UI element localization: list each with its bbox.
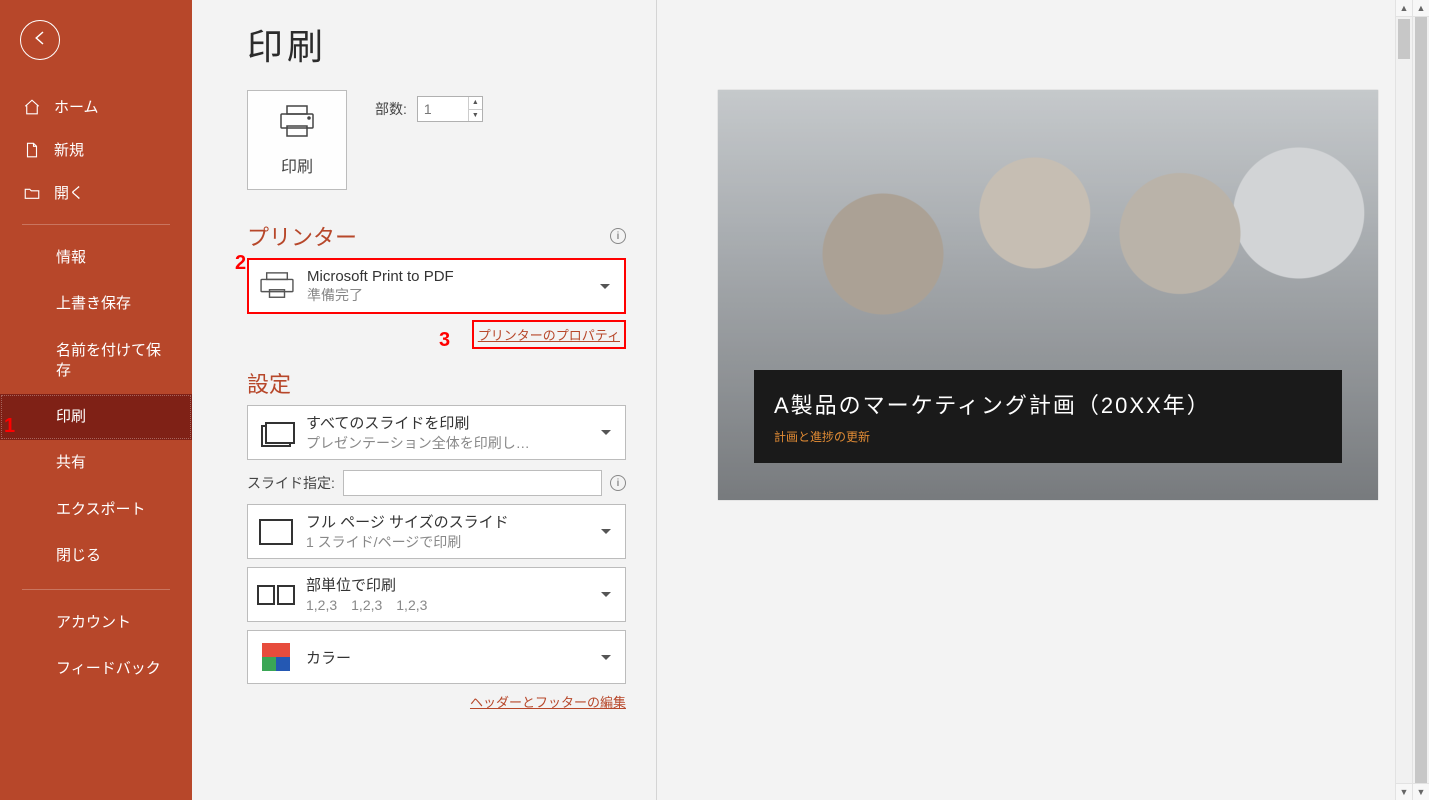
copies-label: 部数: bbox=[375, 99, 407, 119]
window-vertical-scrollbar[interactable]: ▲ ▼ bbox=[1412, 0, 1429, 800]
scroll-up-button[interactable]: ▲ bbox=[1396, 0, 1412, 17]
folder-open-icon bbox=[22, 183, 42, 203]
print-button[interactable]: 印刷 bbox=[247, 90, 347, 190]
page-title: 印刷 bbox=[247, 18, 626, 70]
dropdown-line2: 1,2,3 1,2,3 1,2,3 bbox=[306, 595, 587, 615]
color-icon bbox=[256, 637, 296, 677]
sidebar-item-export[interactable]: エクスポート bbox=[0, 487, 192, 533]
chevron-down-icon bbox=[600, 284, 610, 289]
sidebar-item-save-as[interactable]: 名前を付けて保存 bbox=[0, 328, 192, 395]
slide-title: A製品のマーケティング計画（20XX年） bbox=[774, 388, 1322, 420]
chevron-down-icon bbox=[601, 655, 611, 660]
back-arrow-icon bbox=[31, 29, 49, 51]
scroll-track[interactable] bbox=[1413, 17, 1429, 783]
backstage-sidebar: ホーム 新規 開く 情報 上書き保存 名前を付けて保存 印刷 共有 エクスポート… bbox=[0, 0, 192, 800]
callout-marker-3: 3 bbox=[439, 329, 450, 352]
sidebar-item-label: 情報 bbox=[56, 249, 86, 266]
sidebar-item-feedback[interactable]: フィードバック bbox=[0, 646, 192, 692]
settings-section-title: 設定 bbox=[247, 367, 626, 399]
sidebar-item-new[interactable]: 新規 bbox=[0, 128, 192, 171]
section-title-text: 設定 bbox=[247, 367, 291, 399]
info-icon[interactable]: i bbox=[610, 228, 626, 244]
sidebar-item-label: 新規 bbox=[54, 139, 84, 160]
printer-name: Microsoft Print to PDF bbox=[307, 268, 586, 285]
home-icon bbox=[22, 97, 42, 117]
sidebar-item-label: ホーム bbox=[54, 96, 99, 117]
sidebar-item-label: 上書き保存 bbox=[56, 295, 131, 312]
dropdown-line1: フル ページ サイズのスライド bbox=[306, 511, 587, 532]
print-preview-pane: A製品のマーケティング計画（20XX年） 計画と進捗の更新 bbox=[657, 0, 1429, 800]
sidebar-item-label: 共有 bbox=[56, 454, 86, 471]
copies-step-down[interactable]: ▼ bbox=[468, 110, 482, 122]
print-button-label: 印刷 bbox=[281, 153, 313, 177]
printer-dropdown[interactable]: Microsoft Print to PDF 準備完了 bbox=[247, 258, 626, 314]
dropdown-line1: すべてのスライドを印刷 bbox=[306, 412, 587, 433]
sidebar-item-info[interactable]: 情報 bbox=[0, 235, 192, 281]
header-footer-link-wrap: ヘッダーとフッターの編集 bbox=[247, 692, 626, 712]
copies-spinner[interactable]: ▲ ▼ bbox=[417, 96, 483, 122]
collate-dropdown[interactable]: 部単位で印刷 1,2,3 1,2,3 1,2,3 bbox=[247, 567, 626, 622]
dropdown-line1: 部単位で印刷 bbox=[306, 574, 587, 595]
sidebar-item-open[interactable]: 開く bbox=[0, 171, 192, 214]
slide-subtitle: 計画と進捗の更新 bbox=[774, 428, 1322, 445]
sidebar-divider bbox=[22, 589, 170, 590]
scroll-down-button[interactable]: ▼ bbox=[1396, 783, 1412, 800]
chevron-down-icon bbox=[601, 430, 611, 435]
sidebar-item-label: フィードバック bbox=[56, 660, 161, 677]
callout-marker-1: 1 bbox=[4, 415, 15, 438]
sidebar-item-close[interactable]: 閉じる bbox=[0, 533, 192, 579]
edit-header-footer-link[interactable]: ヘッダーとフッターの編集 bbox=[470, 695, 626, 710]
slide-range-label: スライド指定: bbox=[247, 473, 335, 493]
sidebar-item-label: 名前を付けて保存 bbox=[56, 342, 161, 379]
slide-range-field: スライド指定: i bbox=[247, 470, 626, 496]
printer-icon bbox=[277, 104, 317, 145]
sidebar-item-label: 閉じる bbox=[56, 547, 101, 564]
copies-input[interactable] bbox=[418, 97, 468, 121]
sidebar-item-print[interactable]: 印刷 bbox=[0, 394, 192, 440]
dropdown-line2: プレゼンテーション全体を印刷し… bbox=[306, 433, 587, 453]
sidebar-item-label: エクスポート bbox=[56, 501, 146, 518]
printer-properties-link[interactable]: プリンターのプロパティ bbox=[472, 320, 626, 349]
new-file-icon bbox=[22, 140, 42, 160]
full-page-icon bbox=[256, 512, 296, 552]
preview-vertical-scrollbar[interactable]: ▲ ▼ bbox=[1395, 0, 1412, 800]
sidebar-item-save[interactable]: 上書き保存 bbox=[0, 281, 192, 327]
dropdown-line2: 1 スライド/ページで印刷 bbox=[306, 532, 587, 552]
sidebar-item-account[interactable]: アカウント bbox=[0, 600, 192, 646]
layout-dropdown[interactable]: フル ページ サイズのスライド 1 スライド/ページで印刷 bbox=[247, 504, 626, 559]
all-slides-icon bbox=[256, 413, 296, 453]
back-button[interactable] bbox=[20, 20, 60, 60]
print-range-dropdown[interactable]: すべてのスライドを印刷 プレゼンテーション全体を印刷し… bbox=[247, 405, 626, 460]
slide-title-band: A製品のマーケティング計画（20XX年） 計画と進捗の更新 bbox=[754, 370, 1342, 463]
chevron-down-icon bbox=[601, 592, 611, 597]
scroll-down-button[interactable]: ▼ bbox=[1413, 783, 1429, 800]
chevron-down-icon bbox=[601, 529, 611, 534]
printer-status: 準備完了 bbox=[307, 285, 586, 305]
dropdown-line1: カラー bbox=[306, 647, 587, 668]
copies-field: 部数: ▲ ▼ bbox=[375, 96, 483, 122]
slide-preview: A製品のマーケティング計画（20XX年） 計画と進捗の更新 bbox=[718, 90, 1378, 500]
copies-step-up[interactable]: ▲ bbox=[468, 97, 482, 110]
sidebar-item-share[interactable]: 共有 bbox=[0, 440, 192, 486]
sidebar-divider bbox=[22, 224, 170, 225]
printer-icon bbox=[257, 266, 297, 306]
scroll-up-button[interactable]: ▲ bbox=[1413, 0, 1429, 17]
section-title-text: プリンター bbox=[247, 220, 357, 252]
callout-marker-2: 2 bbox=[235, 252, 246, 275]
sidebar-item-label: 開く bbox=[54, 182, 84, 203]
print-backstage: 印刷 印刷 部数: ▲ bbox=[192, 0, 1429, 800]
slide-range-input[interactable] bbox=[343, 470, 602, 496]
sidebar-item-home[interactable]: ホーム bbox=[0, 85, 192, 128]
printer-properties-link-wrap: プリンターのプロパティ bbox=[247, 320, 626, 349]
printer-section-title: プリンター i bbox=[247, 220, 626, 252]
collate-icon bbox=[256, 575, 296, 615]
sidebar-item-label: 印刷 bbox=[56, 408, 86, 425]
scroll-thumb[interactable] bbox=[1398, 19, 1410, 59]
info-icon[interactable]: i bbox=[610, 475, 626, 491]
print-settings-pane: 印刷 印刷 部数: ▲ bbox=[192, 0, 657, 800]
scroll-track[interactable] bbox=[1396, 17, 1412, 783]
scroll-thumb[interactable] bbox=[1415, 17, 1427, 783]
color-dropdown[interactable]: カラー bbox=[247, 630, 626, 684]
sidebar-item-label: アカウント bbox=[56, 614, 131, 631]
